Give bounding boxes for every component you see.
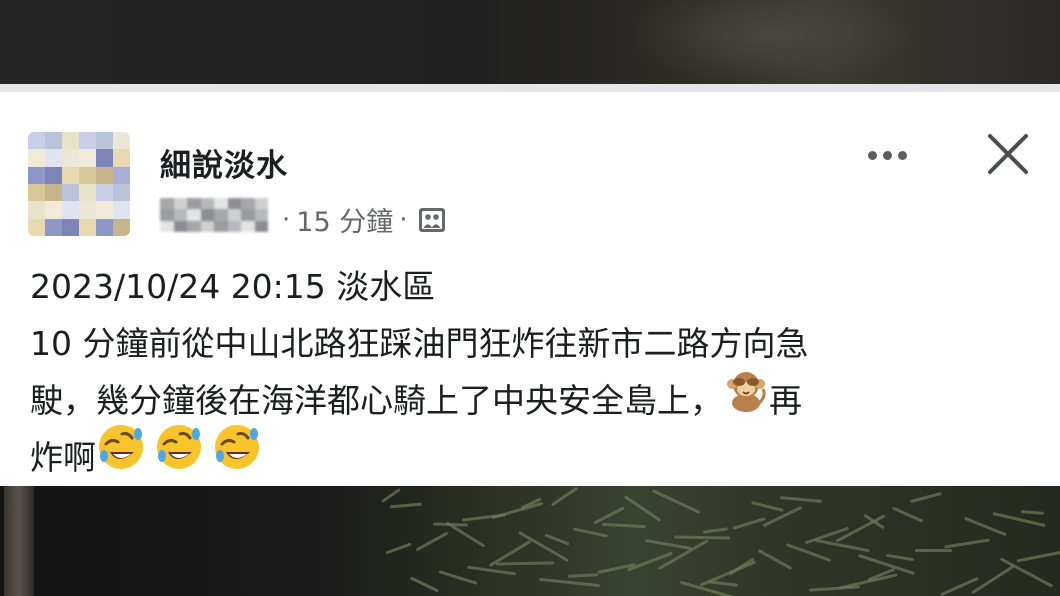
photo-bottom-background [0, 486, 1060, 596]
card-divider [0, 84, 1060, 92]
post-line-3: 炸啊 [30, 425, 1030, 486]
photo-pole [4, 486, 34, 596]
post-line-1: 10 分鐘前從中山北路狂踩油門狂炸往新市二路方向急 [30, 324, 809, 363]
rolling-laughing-emoji [212, 422, 262, 489]
close-button[interactable] [984, 130, 1032, 178]
more-options-icon [867, 150, 877, 160]
post-line-2: 駛，幾分鐘後在海洋都心騎上了中央安全島上， 再 [30, 372, 1030, 429]
post-line-2-text: 駛，幾分鐘後在海洋都心騎上了中央安全島上， [30, 381, 723, 420]
see-no-evil-monkey-emoji [723, 367, 769, 430]
post-meta: · 15 分鐘 · [282, 200, 447, 239]
photo-top-background [0, 0, 1060, 86]
post-body: 2023/10/24 20:15 淡水區 10 分鐘前從中山北路狂踩油門狂炸往新… [30, 258, 1030, 486]
group-audience-icon [417, 205, 447, 235]
page-avatar[interactable] [28, 132, 130, 236]
rolling-laughing-emoji [154, 422, 204, 489]
page-name-link[interactable]: 細說淡水 [160, 140, 288, 185]
facebook-post-card: 細說淡水 · 15 分鐘 · 2023/10/24 20:15 淡水區 10 分… [0, 92, 1060, 486]
author-name-blurred[interactable] [160, 198, 268, 232]
meta-separator: · [282, 204, 291, 235]
screenshot-frame: 細說淡水 · 15 分鐘 · 2023/10/24 20:15 淡水區 10 分… [0, 0, 1060, 596]
post-line-2-tail: 再 [769, 381, 802, 420]
post-line-datetime: 2023/10/24 20:15 淡水區 [30, 267, 436, 306]
meta-separator: · [399, 204, 408, 235]
post-line-3-text: 炸啊 [30, 438, 96, 477]
post-timestamp[interactable]: 15 分鐘 [296, 200, 393, 239]
more-options-button[interactable] [862, 140, 912, 170]
close-icon [988, 134, 1028, 174]
rolling-laughing-emoji [96, 422, 146, 489]
